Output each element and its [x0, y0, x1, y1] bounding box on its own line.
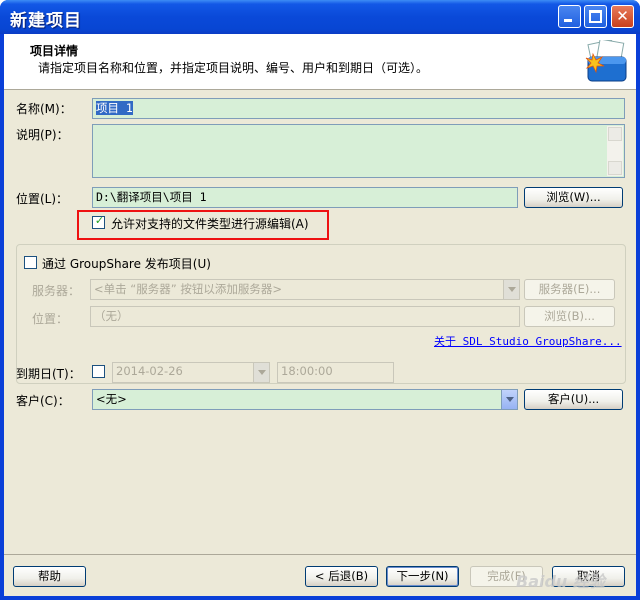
customer-button[interactable]: 客户(U)...	[524, 389, 623, 410]
server-dropdown-button[interactable]	[503, 280, 519, 299]
description-textarea[interactable]	[92, 124, 625, 178]
browse-location-button[interactable]: 浏览(W)...	[524, 187, 623, 208]
window-title: 新建项目	[10, 11, 82, 31]
server-select[interactable]: <单击 “服务器” 按钮以添加服务器>	[90, 279, 520, 300]
scroll-up-button[interactable]	[608, 127, 622, 141]
new-project-window: 新建项目 ✕ 项目详情 请指定项目名称和位置，并指定项目说明、编号、用户和到期日…	[0, 0, 640, 600]
close-icon: ✕	[616, 7, 629, 25]
header-subtitle: 请指定项目名称和位置，并指定项目说明、编号、用户和到期日（可选）。	[38, 61, 429, 75]
customer-label: 客户(C)：	[16, 394, 70, 408]
gs-location-label: 位置：	[32, 312, 69, 326]
about-groupshare-link[interactable]: 关于 SDL Studio GroupShare...	[434, 333, 622, 349]
back-button[interactable]: < 后退(B)	[305, 566, 378, 587]
location-input[interactable]: D:\翻译项目\项目 1	[92, 187, 518, 208]
due-time-input[interactable]: 18:00:00	[277, 362, 394, 383]
title-bar[interactable]: 新建项目 ✕	[0, 0, 640, 34]
wizard-header: 项目详情 请指定项目名称和位置，并指定项目说明、编号、用户和到期日（可选）。	[4, 34, 636, 90]
minimize-icon	[564, 19, 572, 22]
chevron-down-icon	[508, 287, 516, 292]
maximize-icon	[589, 10, 602, 23]
close-button[interactable]: ✕	[611, 5, 634, 28]
groupshare-publish-label[interactable]: 通过 GroupShare 发布项目(U)	[42, 255, 211, 272]
gs-location-input[interactable]: （无）	[90, 306, 520, 327]
date-dropdown-button[interactable]	[253, 363, 269, 382]
help-button[interactable]: 帮助	[13, 566, 86, 587]
groupshare-publish-checkbox[interactable]	[24, 256, 37, 269]
scroll-down-button[interactable]	[608, 161, 622, 175]
maximize-button[interactable]	[584, 5, 607, 28]
header-title: 项目详情	[30, 44, 79, 58]
gs-browse-button[interactable]: 浏览(B)...	[524, 306, 615, 327]
due-time-value: 18:00:00	[281, 364, 333, 378]
location-label: 位置(L)：	[16, 192, 69, 206]
next-button[interactable]: 下一步(N)	[386, 566, 459, 587]
due-date-label: 到期日(T)：	[16, 367, 81, 381]
due-date-value: 2014-02-26	[116, 364, 183, 378]
due-date-picker[interactable]: 2014-02-26	[112, 362, 270, 383]
customer-select[interactable]: <无>	[92, 389, 518, 410]
servers-button[interactable]: 服务器(E)...	[524, 279, 615, 300]
highlight-box	[77, 210, 329, 240]
project-briefcase-icon	[585, 40, 627, 82]
customer-value: <无>	[96, 392, 127, 406]
name-value: 项目 1	[96, 101, 133, 115]
footer-divider	[4, 554, 636, 555]
dialog-client: 项目详情 请指定项目名称和位置，并指定项目说明、编号、用户和到期日（可选）。 名…	[4, 34, 636, 596]
server-placeholder: <单击 “服务器” 按钮以添加服务器>	[94, 282, 282, 296]
customer-dropdown-button[interactable]	[501, 390, 517, 409]
description-scrollbar[interactable]	[607, 126, 623, 176]
baidu-watermark: Baidu 经验	[516, 572, 605, 591]
description-label: 说明(P)：	[16, 128, 69, 142]
chevron-down-icon	[258, 370, 266, 375]
server-label: 服务器：	[32, 284, 81, 298]
chevron-down-icon	[506, 397, 514, 402]
minimize-button[interactable]	[558, 5, 581, 28]
due-date-checkbox[interactable]	[92, 365, 105, 378]
name-label: 名称(M)：	[16, 102, 72, 116]
name-input[interactable]: 项目 1	[92, 98, 625, 119]
